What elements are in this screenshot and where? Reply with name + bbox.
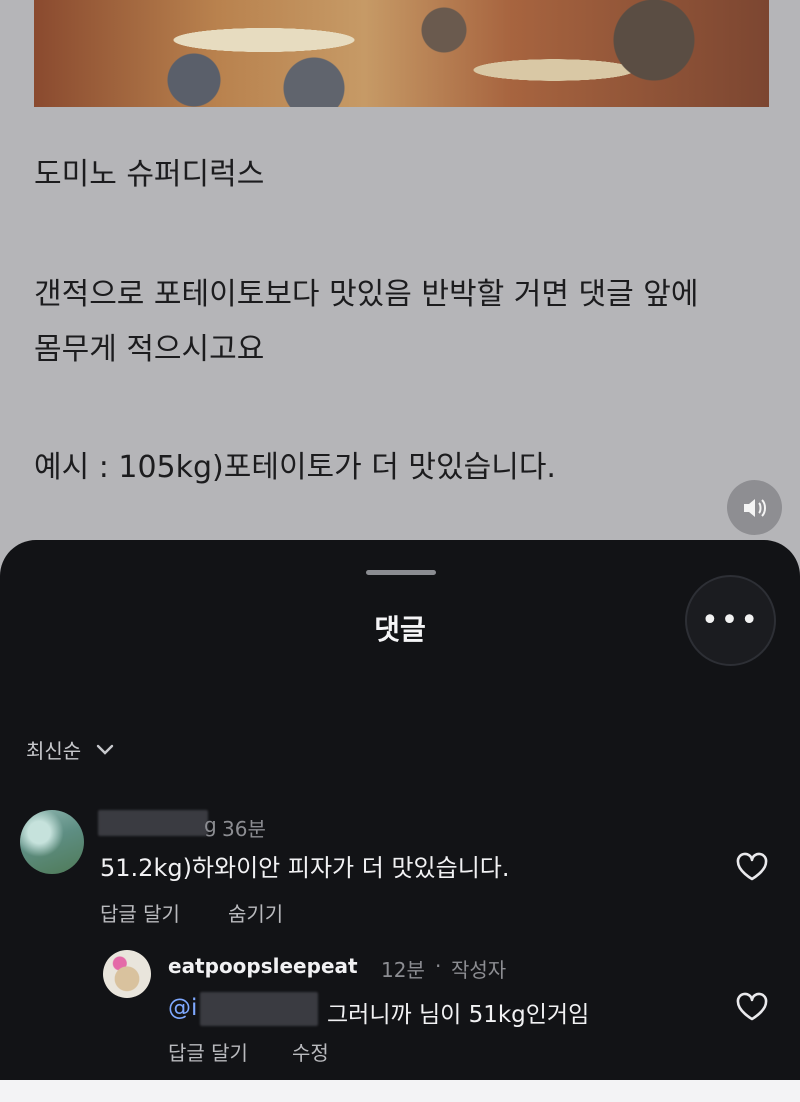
post-example-line: 예시 : 105kg)포테이토가 더 맛있습니다. xyxy=(34,450,556,485)
post-title-line: 도미노 슈퍼디럭스 xyxy=(34,157,265,192)
sort-label: 최신순 xyxy=(26,739,82,763)
more-options-button[interactable]: ••• xyxy=(685,575,776,666)
username-fragment: g xyxy=(204,813,217,837)
reply-button[interactable]: 답글 달기 xyxy=(168,1037,248,1066)
comment-time: 36분 xyxy=(222,817,266,841)
sheet-grabber[interactable] xyxy=(366,570,436,575)
comment-text: 51.2kg)하와이안 피자가 더 맛있습니다. xyxy=(100,854,510,882)
speaker-icon xyxy=(743,498,766,517)
edit-button[interactable]: 수정 xyxy=(292,1037,329,1066)
post-body-line: 몸무게 적으시고요 xyxy=(34,332,265,367)
comment-text: 그러니까 님이 51kg인거임 xyxy=(327,1002,590,1028)
redacted-mention xyxy=(200,992,318,1026)
redacted-username xyxy=(98,810,208,836)
sheet-title: 댓글 xyxy=(374,613,426,646)
separator-dot: · xyxy=(435,954,442,978)
avatar[interactable] xyxy=(103,950,151,998)
avatar[interactable] xyxy=(20,810,84,874)
heart-icon[interactable] xyxy=(735,852,769,882)
comments-sheet: 댓글 ••• 최신순 g 36분 51.2kg)하와이안 피자가 더 맛있습니다… xyxy=(0,540,800,1080)
mention-link[interactable]: @i xyxy=(168,995,197,1021)
heart-icon[interactable] xyxy=(735,992,769,1022)
comment-time: 12분 xyxy=(381,958,425,982)
bottom-edge xyxy=(0,1080,800,1102)
comment-username[interactable]: eatpoopsleepeat xyxy=(168,954,358,978)
pizza-photo xyxy=(34,0,769,107)
post-content: 도미노 슈퍼디럭스 갠적으로 포테이토보다 맛있음 반박할 거면 댓글 앞에 몸… xyxy=(0,0,800,580)
chevron-down-icon xyxy=(97,744,114,755)
sort-dropdown[interactable]: 최신순 xyxy=(26,735,115,764)
author-badge: 작성자 xyxy=(451,958,507,982)
ellipsis-icon: ••• xyxy=(700,603,761,638)
reply-button[interactable]: 답글 달기 xyxy=(100,898,180,927)
post-body-line: 갠적으로 포테이토보다 맛있음 반박할 거면 댓글 앞에 xyxy=(34,277,699,312)
sound-button[interactable] xyxy=(727,480,782,535)
hide-button[interactable]: 숨기기 xyxy=(228,898,283,927)
